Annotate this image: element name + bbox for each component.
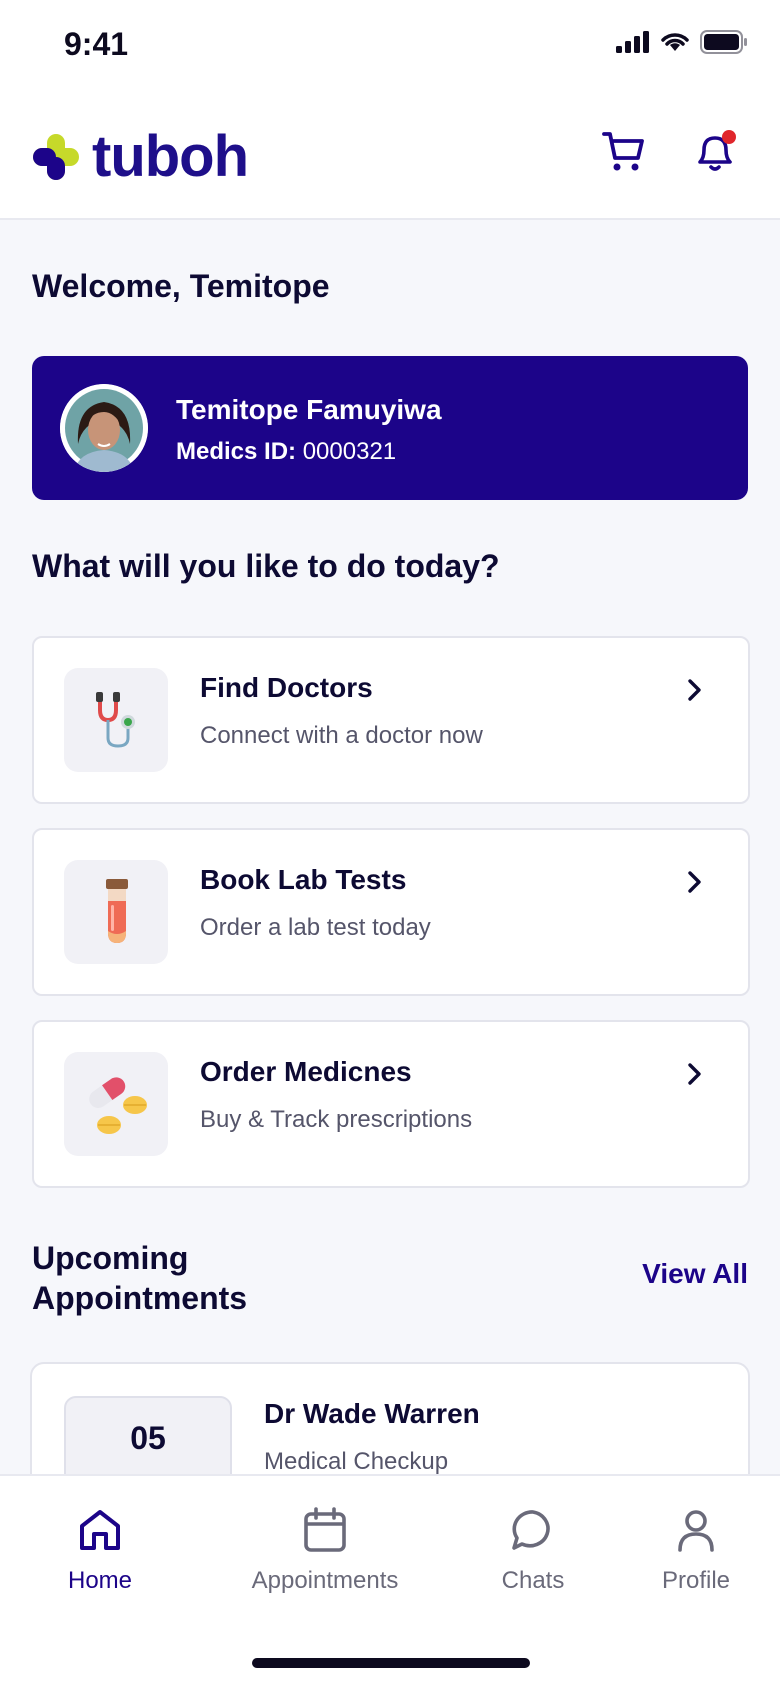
- cart-button[interactable]: [600, 128, 648, 181]
- cart-icon: [602, 132, 644, 171]
- upcoming-title-line1: Upcoming: [32, 1240, 189, 1276]
- tab-profile[interactable]: Profile: [658, 1506, 734, 1595]
- section-title-actions: What will you like to do today?: [32, 548, 500, 584]
- medics-id: Medics ID: 0000321: [176, 438, 396, 466]
- home-indicator: [252, 1658, 530, 1668]
- bell-icon: [698, 130, 736, 171]
- action-title: Find Doctors: [200, 672, 373, 703]
- welcome-heading: Welcome, Temitope: [32, 268, 330, 304]
- chevron-right-icon: [688, 871, 701, 893]
- action-title: Order Medicnes: [200, 1056, 412, 1087]
- calendar-icon: [304, 1507, 346, 1552]
- action-subtitle: Order a lab test today: [200, 914, 431, 941]
- notifications-button[interactable]: [690, 126, 742, 183]
- tab-label: Profile: [661, 1567, 731, 1594]
- status-time: 9:41: [64, 26, 129, 62]
- appointment-doctor: Dr Wade Warren: [264, 1398, 480, 1429]
- avatar: [60, 384, 148, 472]
- tab-appointments[interactable]: Appointments: [244, 1506, 406, 1595]
- action-icon-box: [64, 668, 168, 772]
- upcoming-title-line2: Appointments: [32, 1280, 248, 1316]
- action-icon-box: [64, 1052, 168, 1156]
- appointment-type: Medical Checkup: [264, 1448, 449, 1475]
- profile-name: Temitope Famuyiwa: [176, 394, 442, 425]
- chat-icon: [512, 1510, 550, 1550]
- status-icons: [616, 30, 748, 54]
- battery-icon: [700, 30, 747, 54]
- wifi-icon: [661, 33, 689, 51]
- tab-chats[interactable]: Chats: [496, 1506, 570, 1595]
- action-card-order-medicines[interactable]: Order Medicnes Buy & Track prescriptions: [32, 1020, 750, 1188]
- chevron-right-icon: [688, 679, 701, 701]
- tab-label: Appointments: [251, 1567, 399, 1594]
- chevron-right-icon: [688, 1063, 701, 1085]
- tab-label: Chats: [501, 1567, 565, 1594]
- home-icon: [80, 1510, 120, 1550]
- plus-logo-icon: [33, 134, 79, 180]
- signal-icon: [616, 31, 649, 53]
- action-title: Book Lab Tests: [200, 864, 407, 895]
- section-title-upcoming: Upcoming Appointments: [32, 1238, 247, 1318]
- test-tube-icon: [106, 879, 128, 943]
- pills-icon: [89, 1077, 147, 1134]
- action-icon-box: [64, 860, 168, 964]
- action-card-book-lab-tests[interactable]: Book Lab Tests Order a lab test today: [32, 828, 750, 996]
- logo-text: tuboh: [92, 124, 249, 189]
- action-card-find-doctors[interactable]: Find Doctors Connect with a doctor now: [32, 636, 750, 804]
- tab-home[interactable]: Home: [64, 1506, 136, 1595]
- status-bar: 9:41: [0, 0, 780, 100]
- action-subtitle: Buy & Track prescriptions: [200, 1106, 473, 1133]
- profile-card[interactable]: Temitope Famuyiwa Medics ID: 0000321: [32, 356, 748, 500]
- avatar-image: [60, 384, 148, 472]
- stethoscope-icon: [96, 692, 135, 748]
- view-all-link[interactable]: View All: [642, 1258, 748, 1290]
- medics-id-label: Medics ID:: [176, 438, 297, 465]
- medics-id-value: 0000321: [302, 438, 397, 465]
- action-subtitle: Connect with a doctor now: [200, 722, 483, 749]
- tab-label: Home: [67, 1567, 133, 1594]
- logo: tuboh: [32, 124, 249, 189]
- appointment-day: 05: [130, 1420, 166, 1456]
- person-icon: [678, 1510, 714, 1552]
